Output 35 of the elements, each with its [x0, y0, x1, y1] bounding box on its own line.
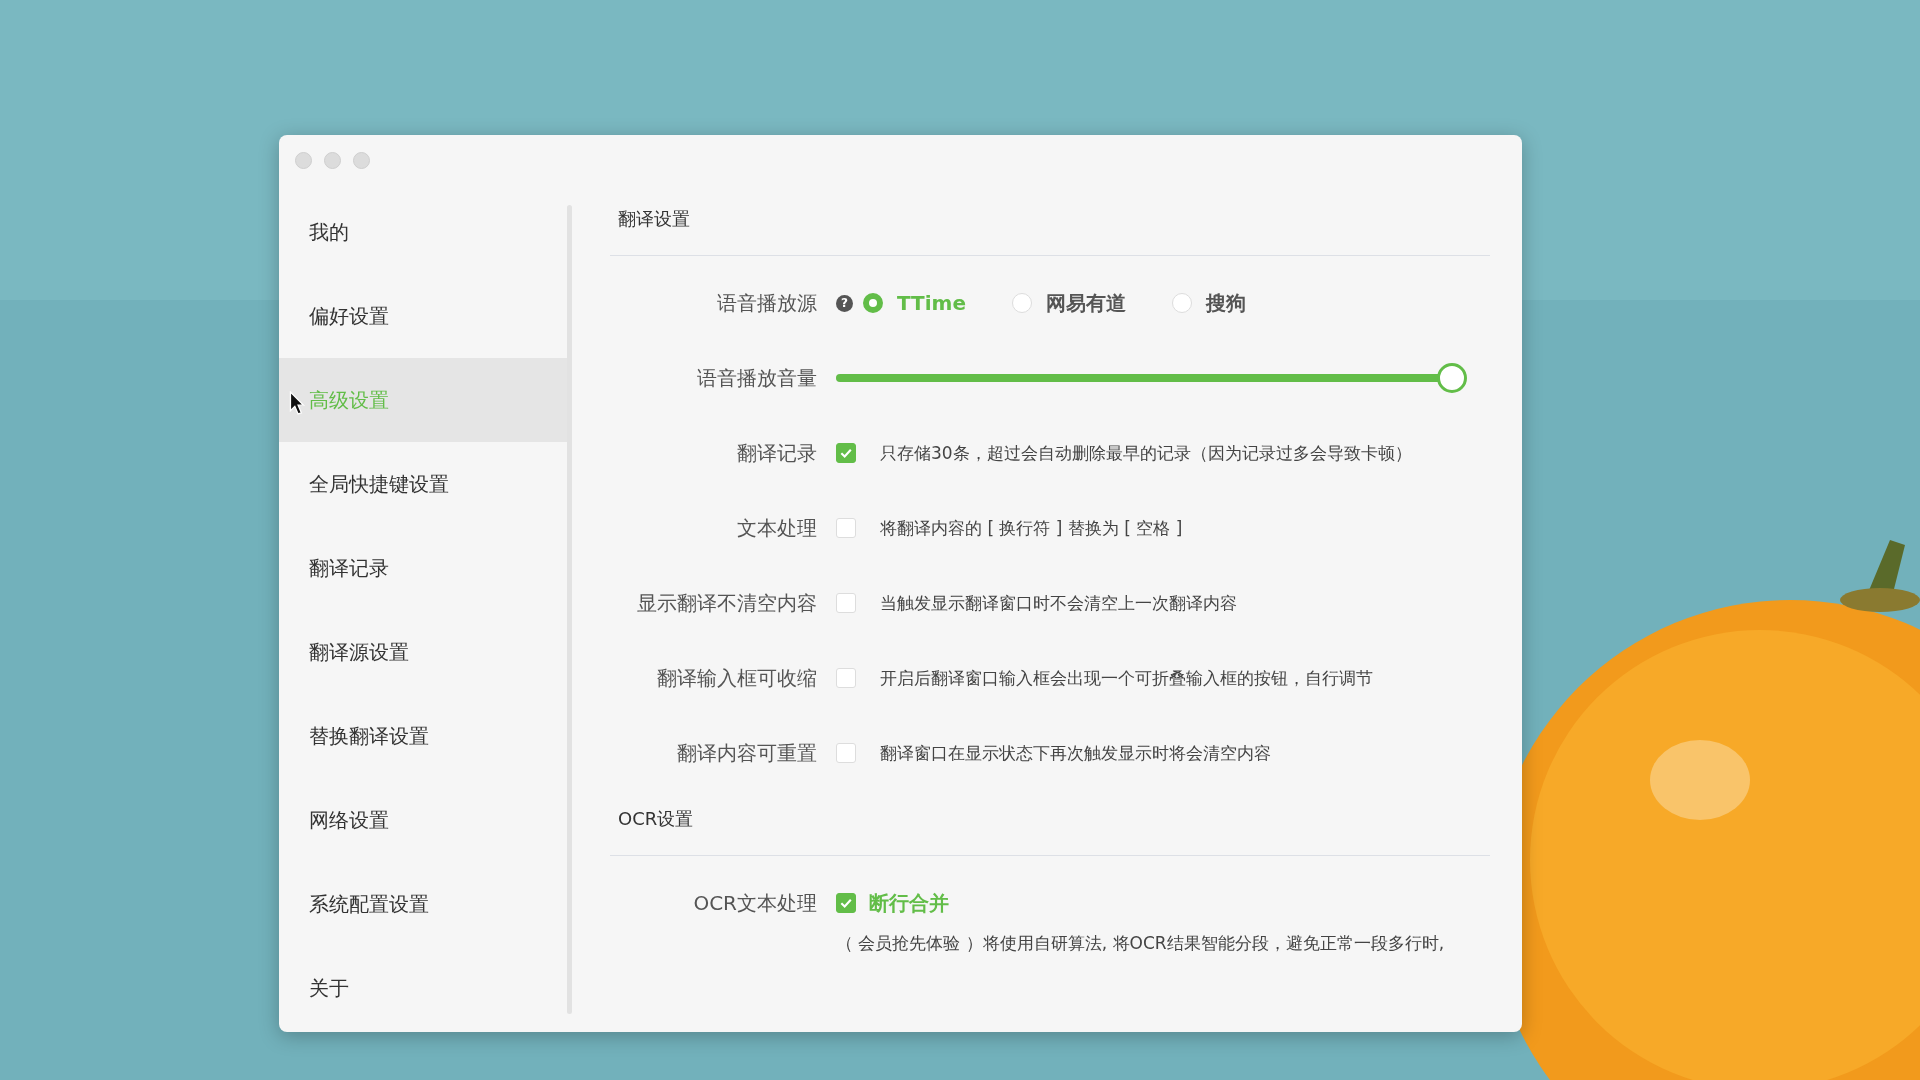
setting-description: 只存储30条，超过会自动删除最早的记录（因为记录过多会导致卡顿） — [880, 441, 1412, 465]
sidebar-item[interactable]: 偏好设置 — [279, 274, 567, 358]
setting-label: 翻译记录 — [736, 440, 817, 467]
help-icon[interactable]: ? — [836, 294, 853, 312]
zoom-icon[interactable] — [353, 151, 370, 169]
sidebar-item[interactable]: 我的 — [279, 190, 567, 274]
setting-label: 语音播放音量 — [696, 365, 817, 392]
checkbox[interactable] — [836, 893, 856, 913]
sidebar-item[interactable]: 翻译源设置 — [279, 610, 567, 694]
setting-description: 将翻译内容的 [ 换行符 ] 替换为 [ 空格 ] — [880, 516, 1183, 540]
setting-label: 语音播放源 — [716, 290, 817, 317]
section-title: 翻译设置 — [617, 207, 691, 231]
sidebar-item[interactable]: 网络设置 — [279, 778, 567, 862]
sidebar-item[interactable]: 全局快捷键设置 — [279, 442, 567, 526]
sidebar-item[interactable]: 替换翻译设置 — [279, 694, 567, 778]
setting-description: 开启后翻译窗口输入框会出现一个可折叠输入框的按钮，自行调节 — [880, 666, 1373, 690]
sidebar-item[interactable]: 翻译记录 — [279, 526, 567, 610]
radio-option[interactable]: 网易有道 — [1012, 289, 1126, 317]
setting-label: 翻译输入框可收缩 — [656, 665, 817, 692]
setting-label: 文本处理 — [736, 515, 817, 542]
setting-label: 翻译内容可重置 — [676, 740, 817, 767]
sidebar-item[interactable]: 系统配置设置 — [279, 862, 567, 946]
sidebar-item[interactable]: 关于 — [279, 946, 567, 1030]
checkbox[interactable] — [836, 443, 856, 463]
radio-option[interactable]: 搜狗 — [1172, 289, 1246, 317]
setting-description: 当触发显示翻译窗口时不会清空上一次翻译内容 — [880, 591, 1237, 615]
option-note: （ 会员抢先体验 ）将使用自研算法, 将OCR结果智能分段，避免正常一段多行时, — [836, 932, 1445, 955]
minimize-icon[interactable] — [324, 151, 341, 169]
close-icon[interactable] — [295, 151, 312, 169]
setting-label: 显示翻译不清空内容 — [636, 590, 817, 617]
slider-handle[interactable] — [1437, 363, 1467, 393]
section-title: OCR设置 — [617, 807, 695, 831]
cursor-icon — [289, 391, 305, 415]
setting-description: 翻译窗口在显示状态下再次触发显示时将会清空内容 — [880, 741, 1271, 765]
setting-label: OCR文本处理 — [692, 890, 817, 917]
